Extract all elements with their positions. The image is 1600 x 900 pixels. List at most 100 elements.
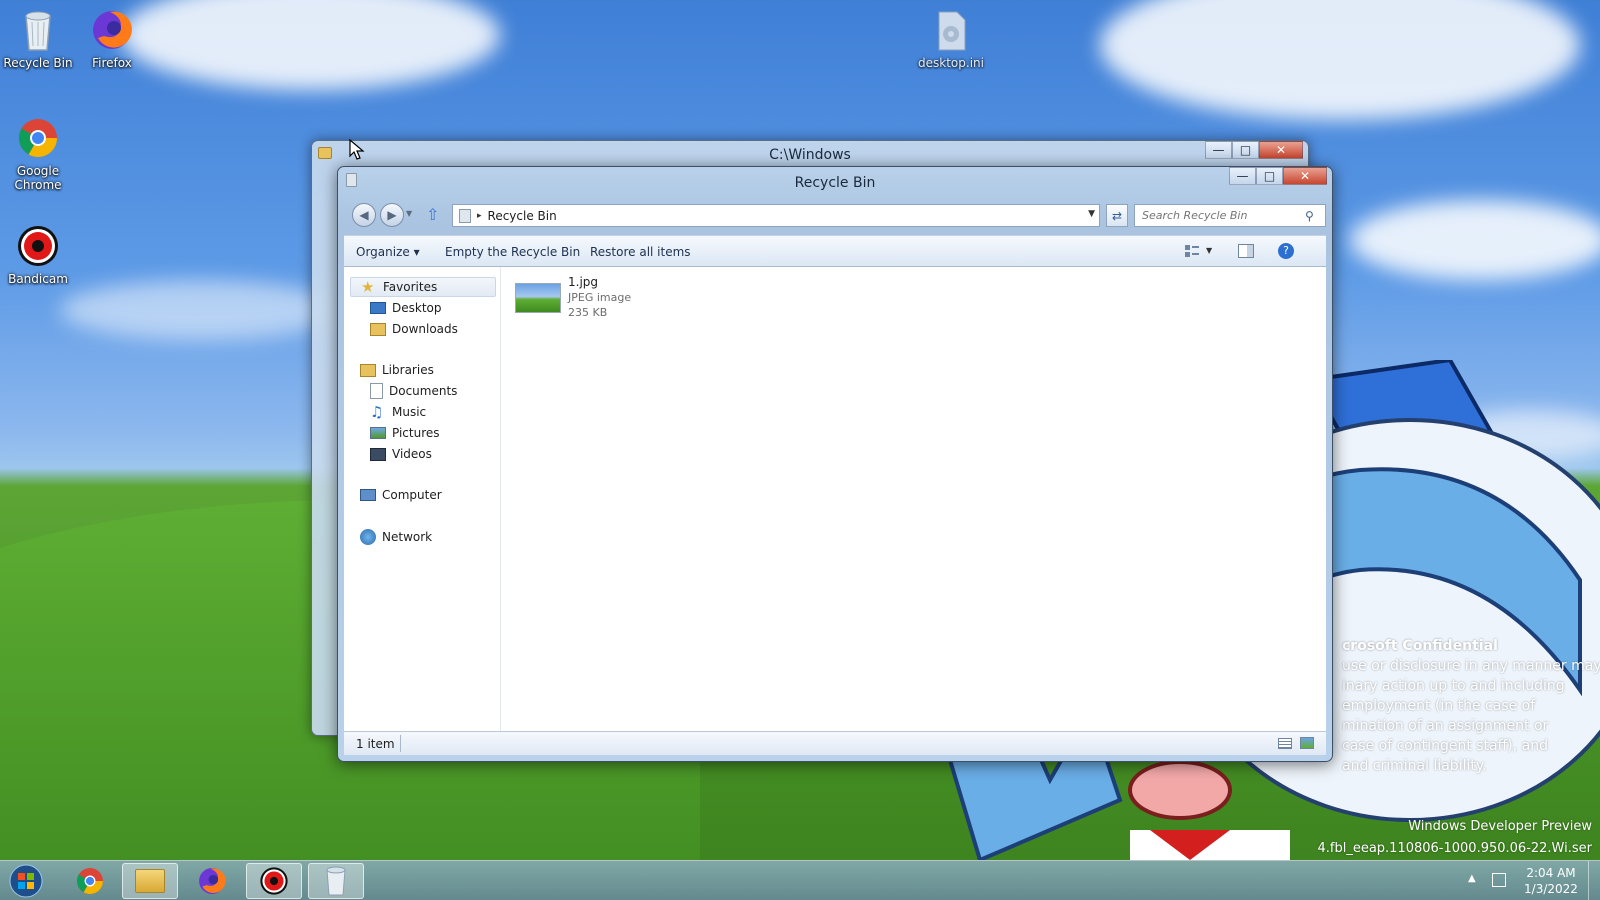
file-size: 235 KB [568, 306, 608, 319]
close-button[interactable]: ✕ [1283, 167, 1327, 185]
clock-time: 2:04 AM [1526, 866, 1576, 880]
more-options-button[interactable]: ▼ [1206, 246, 1212, 255]
windows-logo-icon [9, 864, 43, 898]
taskbar-firefox[interactable] [184, 863, 240, 899]
nav-label: Favorites [383, 280, 438, 294]
file-type: JPEG image [568, 291, 632, 304]
breadcrumb-recycle-bin[interactable]: Recycle Bin [488, 209, 557, 223]
change-view-button[interactable] [1184, 244, 1200, 258]
nav-item-documents[interactable]: Documents [370, 381, 457, 401]
large-icons-view-button[interactable] [1300, 737, 1314, 749]
taskbar-windows-explorer[interactable] [122, 863, 178, 899]
up-level-button[interactable]: ⇧ [426, 205, 439, 224]
file-name: 1.jpg [568, 275, 599, 289]
nav-item-desktop[interactable]: Desktop [370, 298, 442, 318]
preview-pane-button[interactable] [1238, 244, 1254, 258]
close-button[interactable]: ✕ [1259, 141, 1303, 159]
window-title: Recycle Bin [794, 175, 876, 191]
nav-label: Videos [392, 447, 432, 461]
settings-file-icon [929, 8, 973, 52]
arrow-right-icon: ▶ [387, 208, 397, 222]
minimize-button[interactable]: — [1205, 141, 1232, 159]
recycle-bin-icon [459, 208, 471, 223]
watermark-build-title: Windows Developer Preview [1408, 819, 1592, 834]
desktop-icon-recycle-bin[interactable]: Recycle Bin [0, 8, 76, 70]
clock-date: 1/3/2022 [1524, 882, 1578, 896]
watermark-line: employment (in the case of [1342, 698, 1536, 714]
organize-button[interactable]: Organize ▾ [356, 245, 420, 259]
taskbar-chrome[interactable] [62, 863, 118, 899]
nav-label: Downloads [392, 322, 458, 336]
search-input[interactable] [1135, 209, 1305, 222]
nav-computer[interactable]: Computer [360, 485, 442, 505]
libraries-icon [360, 363, 376, 377]
minimize-button[interactable]: — [1229, 167, 1256, 185]
watermark-line: case of contingent staff), and [1342, 738, 1548, 754]
explorer-window-recycle-bin[interactable]: Recycle Bin — □ ✕ ◀ ▶ ▼ ⇧ ▸ Recycle Bin … [337, 166, 1333, 762]
nav-label: Pictures [392, 426, 440, 440]
maximize-button[interactable]: □ [1256, 167, 1283, 185]
item-count: 1 item [356, 737, 395, 751]
pictures-icon [370, 427, 386, 439]
firefox-icon [199, 868, 226, 894]
navigation-pane: ★ Favorites Desktop Downloads Libraries … [344, 267, 501, 731]
status-bar: 1 item [344, 731, 1326, 755]
view-icon [1185, 245, 1199, 257]
maximize-icon: □ [1263, 169, 1276, 183]
details-view-button[interactable] [1278, 738, 1292, 749]
taskbar-recycle-bin[interactable] [308, 863, 364, 899]
search-icon[interactable]: ⚲ [1305, 209, 1321, 223]
bandicam-icon [16, 224, 60, 268]
chevron-down-icon: ▼ [1206, 246, 1213, 255]
nav-network[interactable]: Network [360, 527, 432, 547]
search-box[interactable]: ⚲ [1134, 204, 1326, 227]
desktop-icon-firefox[interactable]: Firefox [74, 8, 150, 70]
recent-pages-button[interactable]: ▼ [406, 209, 412, 218]
address-dropdown-button[interactable]: ▼ [1088, 209, 1095, 219]
restore-all-items-button[interactable]: Restore all items [590, 245, 691, 259]
nav-label: Documents [389, 384, 458, 398]
nav-libraries[interactable]: Libraries [360, 360, 434, 380]
nav-item-downloads[interactable]: Downloads [370, 319, 458, 339]
command-bar: Organize ▾ Empty the Recycle Bin Restore… [344, 235, 1326, 267]
show-desktop-button[interactable] [1588, 861, 1600, 900]
refresh-button[interactable]: ⇄ [1106, 204, 1128, 227]
desktop-icon-label: Firefox [92, 56, 132, 70]
maximize-button[interactable]: □ [1232, 141, 1259, 159]
file-item[interactable]: 1.jpg JPEG image 235 KB [515, 275, 675, 319]
nav-label: Computer [382, 488, 442, 502]
computer-icon [360, 489, 376, 501]
show-hidden-icons-button[interactable]: ▲ [1468, 873, 1476, 884]
music-icon: ♫ [370, 403, 384, 421]
chrome-icon [16, 116, 60, 160]
nav-label: Desktop [392, 301, 442, 315]
recycle-bin-icon [326, 866, 346, 896]
desktop-icon-google-chrome[interactable]: Google Chrome [0, 116, 76, 192]
taskbar-bandicam[interactable] [246, 863, 302, 899]
network-tray-icon[interactable] [1492, 873, 1506, 887]
desktop-icon [370, 302, 386, 314]
breadcrumb-separator-icon[interactable]: ▸ [477, 211, 482, 221]
nav-item-videos[interactable]: Videos [370, 444, 432, 464]
desktop-icon-desktop-ini[interactable]: desktop.ini [913, 8, 989, 70]
empty-recycle-bin-button[interactable]: Empty the Recycle Bin [445, 245, 580, 259]
nav-favorites[interactable]: ★ Favorites [350, 277, 496, 297]
start-button[interactable] [0, 863, 52, 899]
content-area: ★ Favorites Desktop Downloads Libraries … [344, 267, 1326, 731]
help-icon: ? [1283, 244, 1289, 257]
clock[interactable]: 2:04 AM 1/3/2022 [1516, 865, 1586, 897]
forward-button[interactable]: ▶ [380, 203, 404, 227]
status-divider [400, 735, 401, 752]
maximize-icon: □ [1239, 143, 1252, 157]
nav-item-music[interactable]: ♫ Music [370, 402, 426, 422]
watermark-title: crosoft Confidential [1342, 638, 1498, 654]
address-bar[interactable]: ▸ Recycle Bin ▼ [452, 204, 1100, 227]
mouse-cursor-icon [349, 139, 365, 160]
help-button[interactable]: ? [1278, 243, 1294, 259]
watermark-line: inary action up to and including [1342, 678, 1565, 694]
back-button[interactable]: ◀ [352, 203, 376, 227]
nav-item-pictures[interactable]: Pictures [370, 423, 440, 443]
star-icon: ★ [361, 278, 375, 296]
desktop-icon-bandicam[interactable]: Bandicam [0, 224, 76, 286]
watermark-line: and criminal liability. [1342, 758, 1487, 774]
